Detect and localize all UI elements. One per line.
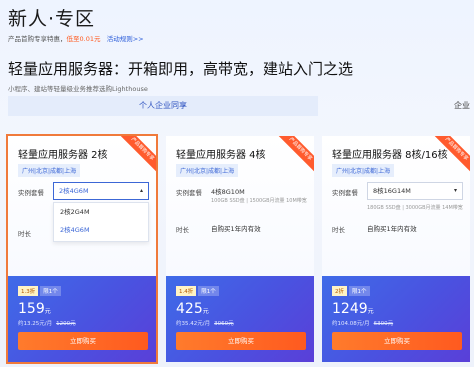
- price-unit: 元: [202, 308, 209, 315]
- region-tag: 广州|北京|成都|上海: [332, 164, 395, 177]
- price: 1249元: [332, 301, 374, 317]
- tab-bar: 个人企业同享 企业: [0, 96, 474, 116]
- tab-enterprise[interactable]: 企业: [454, 96, 470, 116]
- badges: 1.3折 限1个: [18, 286, 61, 296]
- region-tag: 广州|北京|成都|上海: [18, 164, 81, 177]
- price-unit: 元: [367, 308, 374, 315]
- original-price: 3060元: [214, 321, 234, 327]
- price-panel: 1.3折 限1个 159元 约13.25元/月 1200元 立即购买: [8, 276, 156, 362]
- region-tag: 广州|北京|成都|上海: [176, 164, 239, 177]
- dropdown-option[interactable]: 2核2G4M: [54, 203, 148, 221]
- price-panel: 2折 限1个 1249元 约104.08元/月 6300元 立即购买: [322, 276, 470, 362]
- price: 159元: [18, 301, 51, 317]
- spec-value[interactable]: 4核8G10M: [211, 186, 245, 196]
- dropdown-option[interactable]: 2核4G6M: [54, 221, 148, 239]
- price: 425元: [176, 301, 209, 317]
- duration-label: 时长: [176, 226, 189, 234]
- badges: 2折 限1个: [332, 286, 370, 296]
- product-card-4core: 轻量应用服务器 4核 产品首购专享 广州|北京|成都|上海 实例套餐 4核8G1…: [166, 136, 314, 362]
- promo-ribbon: 产品首购专享: [114, 136, 156, 178]
- section-headline: 轻量应用服务器：开箱即用，高带宽，建站入门之选: [8, 60, 354, 78]
- promo-line: 产品首购专享特惠，低至0.01元 活动规则>>: [8, 33, 144, 43]
- spec-detail: 180GB SSD盘 | 3000GB月流量 14M带宽: [367, 205, 463, 211]
- duration-label: 时长: [332, 226, 345, 234]
- original-price: 6300元: [373, 321, 394, 327]
- duration-value: 自购买1年内有效: [211, 225, 261, 233]
- rules-link[interactable]: 活动规则>>: [107, 35, 144, 43]
- spec-select[interactable]: 8核16G14M ▾: [367, 182, 463, 200]
- product-card-2core: 轻量应用服务器 2核 产品首购专享 广州|北京|成都|上海 实例套餐 2核4G6…: [6, 134, 158, 364]
- price-panel: 1.4折 限1个 425元 约35.42元/月 3060元 立即购买: [166, 276, 314, 362]
- section-description: 小程序、建站等轻量级业务推荐选购Lighthouse: [8, 85, 148, 93]
- price-value: 159: [18, 301, 45, 317]
- per-month: 约104.08元/月: [332, 321, 370, 327]
- price-value: 425: [176, 301, 203, 317]
- price-value: 1249: [332, 301, 368, 317]
- promo-ribbon: 产品首购专享: [272, 136, 314, 178]
- buy-button[interactable]: 立即购买: [18, 332, 148, 350]
- spec-detail: 100GB SSD盘 | 1500GB月流量 10M带宽: [211, 198, 307, 204]
- original-price: 1200元: [56, 321, 76, 327]
- price-unit: 元: [44, 308, 51, 315]
- discount-badge: 1.4折: [176, 286, 197, 296]
- per-month: 约13.25元/月: [18, 321, 53, 327]
- spec-label: 实例套餐: [18, 189, 44, 197]
- page-header: 新人·专区: [8, 4, 95, 31]
- caret-up-icon: ▴: [139, 187, 143, 194]
- spec-select-value: 8核16G14M: [373, 187, 411, 195]
- card-title: 轻量应用服务器 4核: [176, 150, 266, 161]
- tab-personal-enterprise[interactable]: 个人企业同享: [8, 96, 318, 116]
- spec-label: 实例套餐: [332, 189, 358, 197]
- limit-badge: 限1个: [349, 286, 370, 296]
- spec-label: 实例套餐: [176, 189, 202, 197]
- card-title: 轻量应用服务器 2核: [18, 150, 108, 161]
- discount-badge: 1.3折: [18, 286, 39, 296]
- page-title: 新人·专区: [8, 8, 96, 30]
- per-month: 约35.42元/月: [176, 321, 211, 327]
- badges: 1.4折 限1个: [176, 286, 219, 296]
- card-title: 轻量应用服务器 8核/16核: [332, 150, 448, 161]
- product-card-8core: 轻量应用服务器 8核/16核 产品首购专享 广州|北京|成都|上海 实例套餐 8…: [322, 136, 470, 362]
- price-sub: 约13.25元/月 1200元: [18, 319, 76, 327]
- caret-down-icon: ▾: [453, 187, 457, 194]
- limit-badge: 限1个: [40, 286, 61, 296]
- spec-dropdown: 2核2G4M 2核4G6M: [53, 202, 149, 242]
- price-sub: 约104.08元/月 6300元: [332, 319, 393, 327]
- spec-select[interactable]: 2核4G6M ▴: [53, 182, 149, 200]
- discount-badge: 2折: [332, 286, 347, 296]
- duration-label: 时长: [18, 230, 31, 238]
- promo-price: 低至0.01元: [66, 35, 101, 43]
- promo-text: 产品首购专享特惠，: [8, 35, 67, 43]
- limit-badge: 限1个: [198, 286, 219, 296]
- buy-button[interactable]: 立即购买: [332, 332, 462, 350]
- buy-button[interactable]: 立即购买: [176, 332, 306, 350]
- price-sub: 约35.42元/月 3060元: [176, 319, 234, 327]
- duration-value: 自购买1年内有效: [367, 225, 417, 233]
- spec-select-value: 2核4G6M: [59, 187, 89, 195]
